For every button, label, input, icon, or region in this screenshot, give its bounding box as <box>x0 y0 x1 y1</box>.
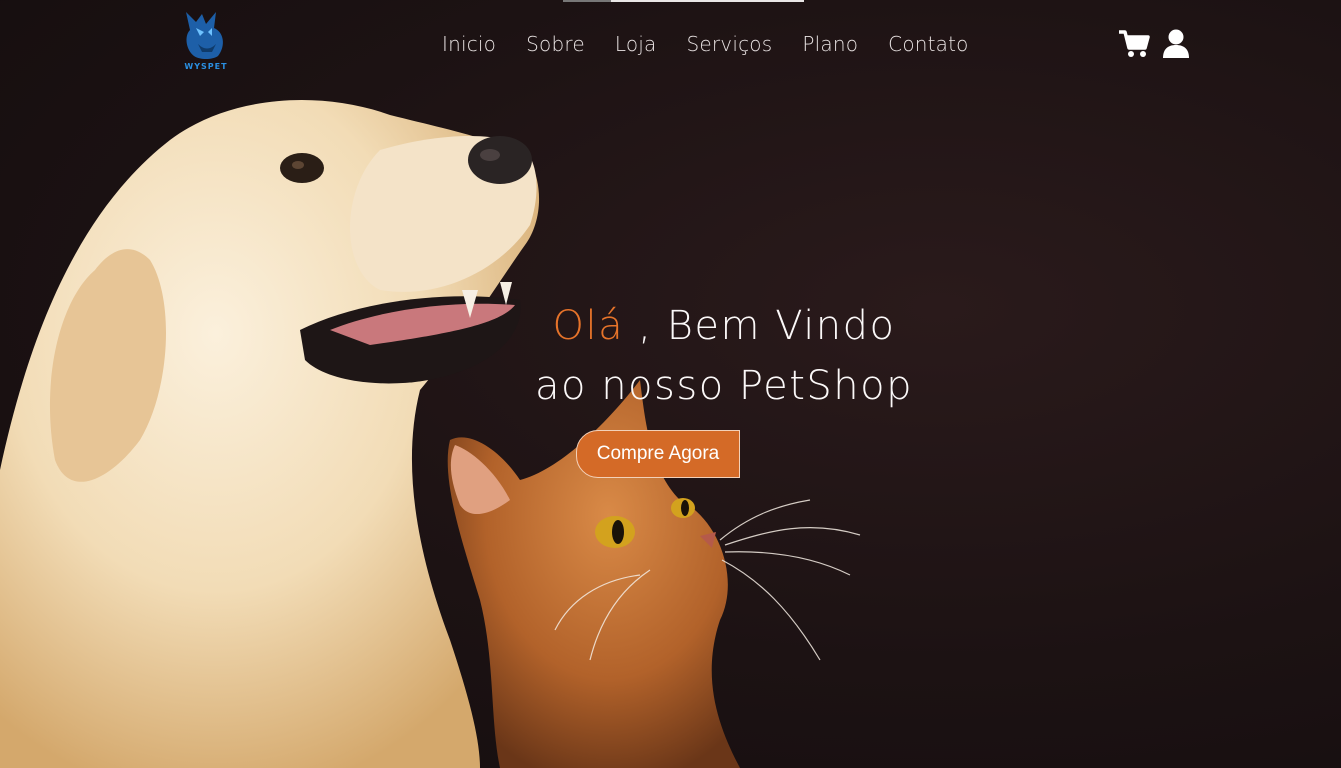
nav-item-loja[interactable]: Loja <box>615 32 657 56</box>
hero-line-1: Olá , Bem Vindo <box>0 296 1341 356</box>
wolf-logo-icon <box>186 12 223 59</box>
hero-line-2: ao nosso PetShop <box>535 363 913 409</box>
logo-text: WYSPET <box>184 62 228 71</box>
brand-logo[interactable]: WYSPET <box>178 6 234 72</box>
main-nav: Inicio Sobre Loja Serviços Plano Contato <box>442 32 969 56</box>
shopping-cart-icon[interactable] <box>1118 29 1150 59</box>
hero-line-1-rest: , Bem Vindo <box>624 303 896 349</box>
user-icon[interactable] <box>1162 29 1192 59</box>
hero-title: Olá , Bem Vindo ao nosso PetShop <box>0 296 1341 416</box>
nav-item-sobre[interactable]: Sobre <box>526 32 585 56</box>
header-icons <box>1118 29 1192 59</box>
nav-item-servicos[interactable]: Serviços <box>686 32 772 56</box>
nav-item-inicio[interactable]: Inicio <box>442 32 496 56</box>
nav-item-contato[interactable]: Contato <box>888 32 968 56</box>
nav-item-plano[interactable]: Plano <box>802 32 858 56</box>
hero-greeting: Olá <box>552 303 625 349</box>
dog-illustration <box>0 100 540 768</box>
buy-now-button[interactable]: Compre Agora <box>576 430 740 478</box>
